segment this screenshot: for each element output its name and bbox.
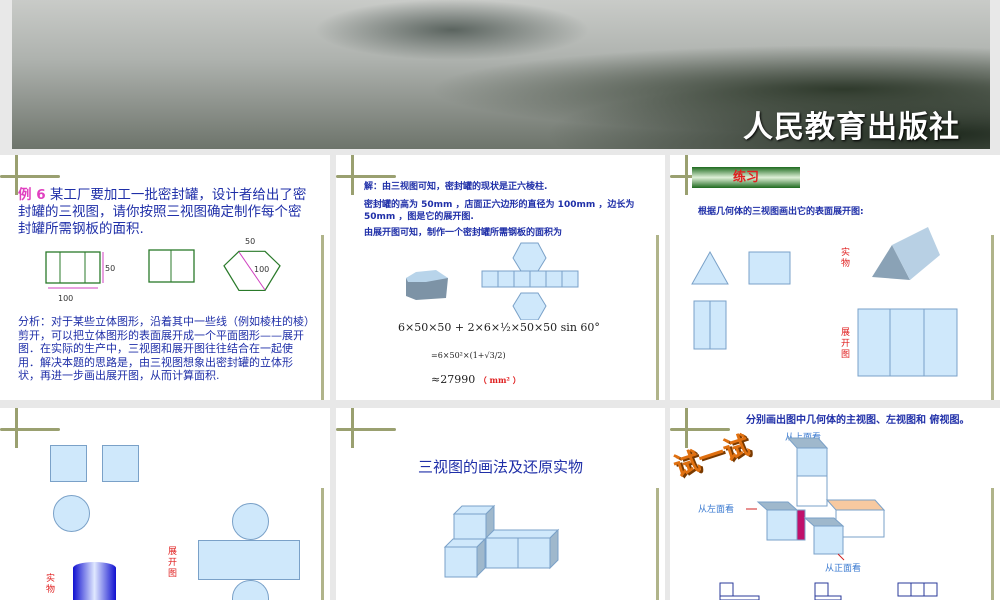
- vine-decoration: [15, 408, 18, 448]
- vine-decoration: [321, 488, 324, 600]
- dimension-side: 50: [245, 237, 255, 246]
- solution-line-1: 解：由三视图可知，密封罐的现状是正六棱柱.: [364, 182, 548, 192]
- prism-views: [691, 227, 958, 377]
- vine-decoration: [336, 175, 396, 178]
- net-bottom-circle: [232, 580, 269, 600]
- solution-line-3: 由展开图可知，制作一个密封罐所需钢板的面积为: [364, 228, 563, 238]
- dimension-height: 50: [105, 264, 115, 273]
- label-object: 实物: [839, 247, 849, 269]
- example-label: 例 6: [18, 187, 46, 203]
- slide-title: 三视图的画法及还原实物: [417, 458, 583, 476]
- side-view-square: [102, 445, 139, 482]
- dimension-diagonal: 100: [254, 265, 269, 274]
- header-banner-image: 人民教育出版社: [12, 0, 990, 149]
- formula-line-1: 6×50×50 + 2×6×½×50×50 sin 60°: [398, 321, 600, 334]
- cylinder-object: [73, 562, 116, 600]
- dimension-width: 100: [58, 294, 73, 303]
- solution-line-2: 密封罐的高为 50mm ，店面正六边形的直径为 100mm ，边长为 50mm …: [364, 200, 635, 222]
- slide-4-thumbnail[interactable]: 实物 展开图: [0, 408, 330, 600]
- result-unit: （ mm² ）: [478, 375, 521, 385]
- label-object: 实物: [44, 573, 54, 595]
- top-view-circle: [53, 495, 90, 532]
- solution-text: 解：由三视图可知，密封罐的现状是正六棱柱. 密封罐的高为 50mm ，店面正六边…: [364, 181, 654, 239]
- analysis-text: 分析：对于某些立体图形，沿着其中一些线（例如棱柱的棱）剪开，可以把立体图形的表面…: [18, 315, 310, 382]
- slide-2-thumbnail[interactable]: 解：由三视图可知，密封罐的现状是正六棱柱. 密封罐的高为 50mm ，店面正六边…: [336, 155, 665, 400]
- front-view-square: [50, 445, 87, 482]
- vine-decoration: [336, 428, 396, 431]
- cube-stack: [443, 504, 560, 578]
- slide-6-thumbnail[interactable]: 分别画出图中几何体的主视图、左视图和 俯视图。 试一试 从上面看 从左面看 从正…: [670, 408, 1000, 600]
- net-top-circle: [232, 503, 269, 540]
- cube-structure: [719, 437, 938, 600]
- vine-decoration: [656, 488, 659, 600]
- slide-5-thumbnail[interactable]: 三视图的画法及还原实物: [336, 408, 665, 600]
- formula-result: ≈27990 （ mm² ）: [431, 373, 521, 386]
- net-rectangle: [198, 540, 300, 580]
- three-view-diagram: 100 50 50 100: [45, 237, 281, 303]
- label-net: 展开图: [839, 327, 849, 360]
- formula-line-2: =6×50²×(1+√3/2): [431, 351, 506, 360]
- slide-3-thumbnail[interactable]: 练习 根据几何体的三视图画出它的表面展开图: 实物 展开图: [670, 155, 1000, 400]
- vine-decoration: [351, 408, 354, 448]
- vine-decoration: [0, 175, 60, 178]
- result-value: ≈27990: [431, 373, 476, 386]
- publisher-name: 人民教育出版社: [743, 110, 960, 145]
- slide-1-thumbnail[interactable]: 例 6 某工厂要加工一批密封罐，设计者给出了密封罐的三视图，请你按照三视图确定制…: [0, 155, 330, 400]
- label-net: 展开图: [166, 546, 176, 579]
- vine-decoration: [351, 155, 354, 195]
- vine-decoration: [0, 428, 60, 431]
- hexagonal-prism-net: [406, 242, 579, 320]
